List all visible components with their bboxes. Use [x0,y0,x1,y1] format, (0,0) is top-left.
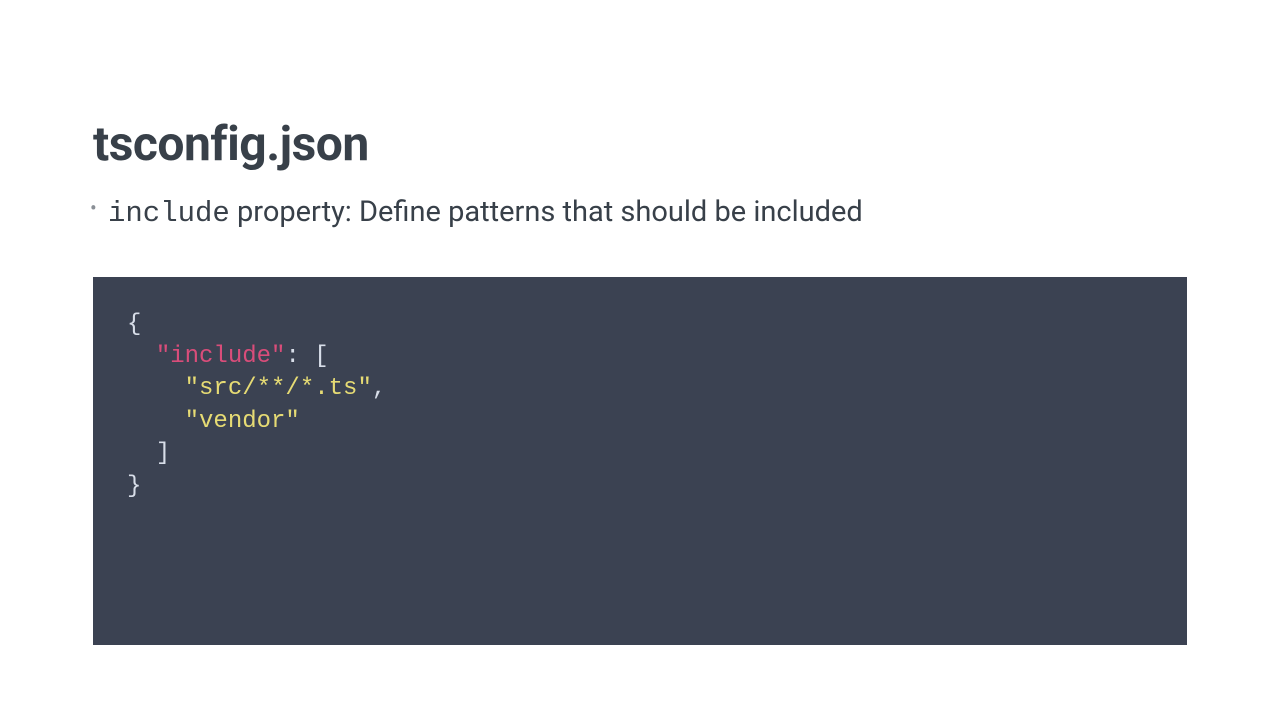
code-token [127,408,185,435]
code-token: "src/**/*.ts" [185,375,372,402]
bullet-text: property: Define patterns that should be… [230,195,863,229]
code-token: : [285,343,314,370]
code-token: ] [156,440,170,467]
code-block: { "include": [ "src/**/*.ts", "vendor" ]… [93,277,1187,645]
code-token: [ [314,343,328,370]
code-token [127,440,156,467]
code-token: "vendor" [185,408,300,435]
code-token: , [372,375,386,402]
code-token: } [127,473,141,500]
code-content: { "include": [ "src/**/*.ts", "vendor" ]… [127,309,1153,503]
bullet-item: include property: Define patterns that s… [93,192,1187,235]
code-token: { [127,311,141,338]
code-token [127,375,185,402]
code-token [127,343,156,370]
inline-code: include [108,197,230,230]
code-token: "include" [156,343,286,370]
bullet-list: include property: Define patterns that s… [93,192,1187,235]
slide-title: tsconfig.json [93,115,1187,172]
